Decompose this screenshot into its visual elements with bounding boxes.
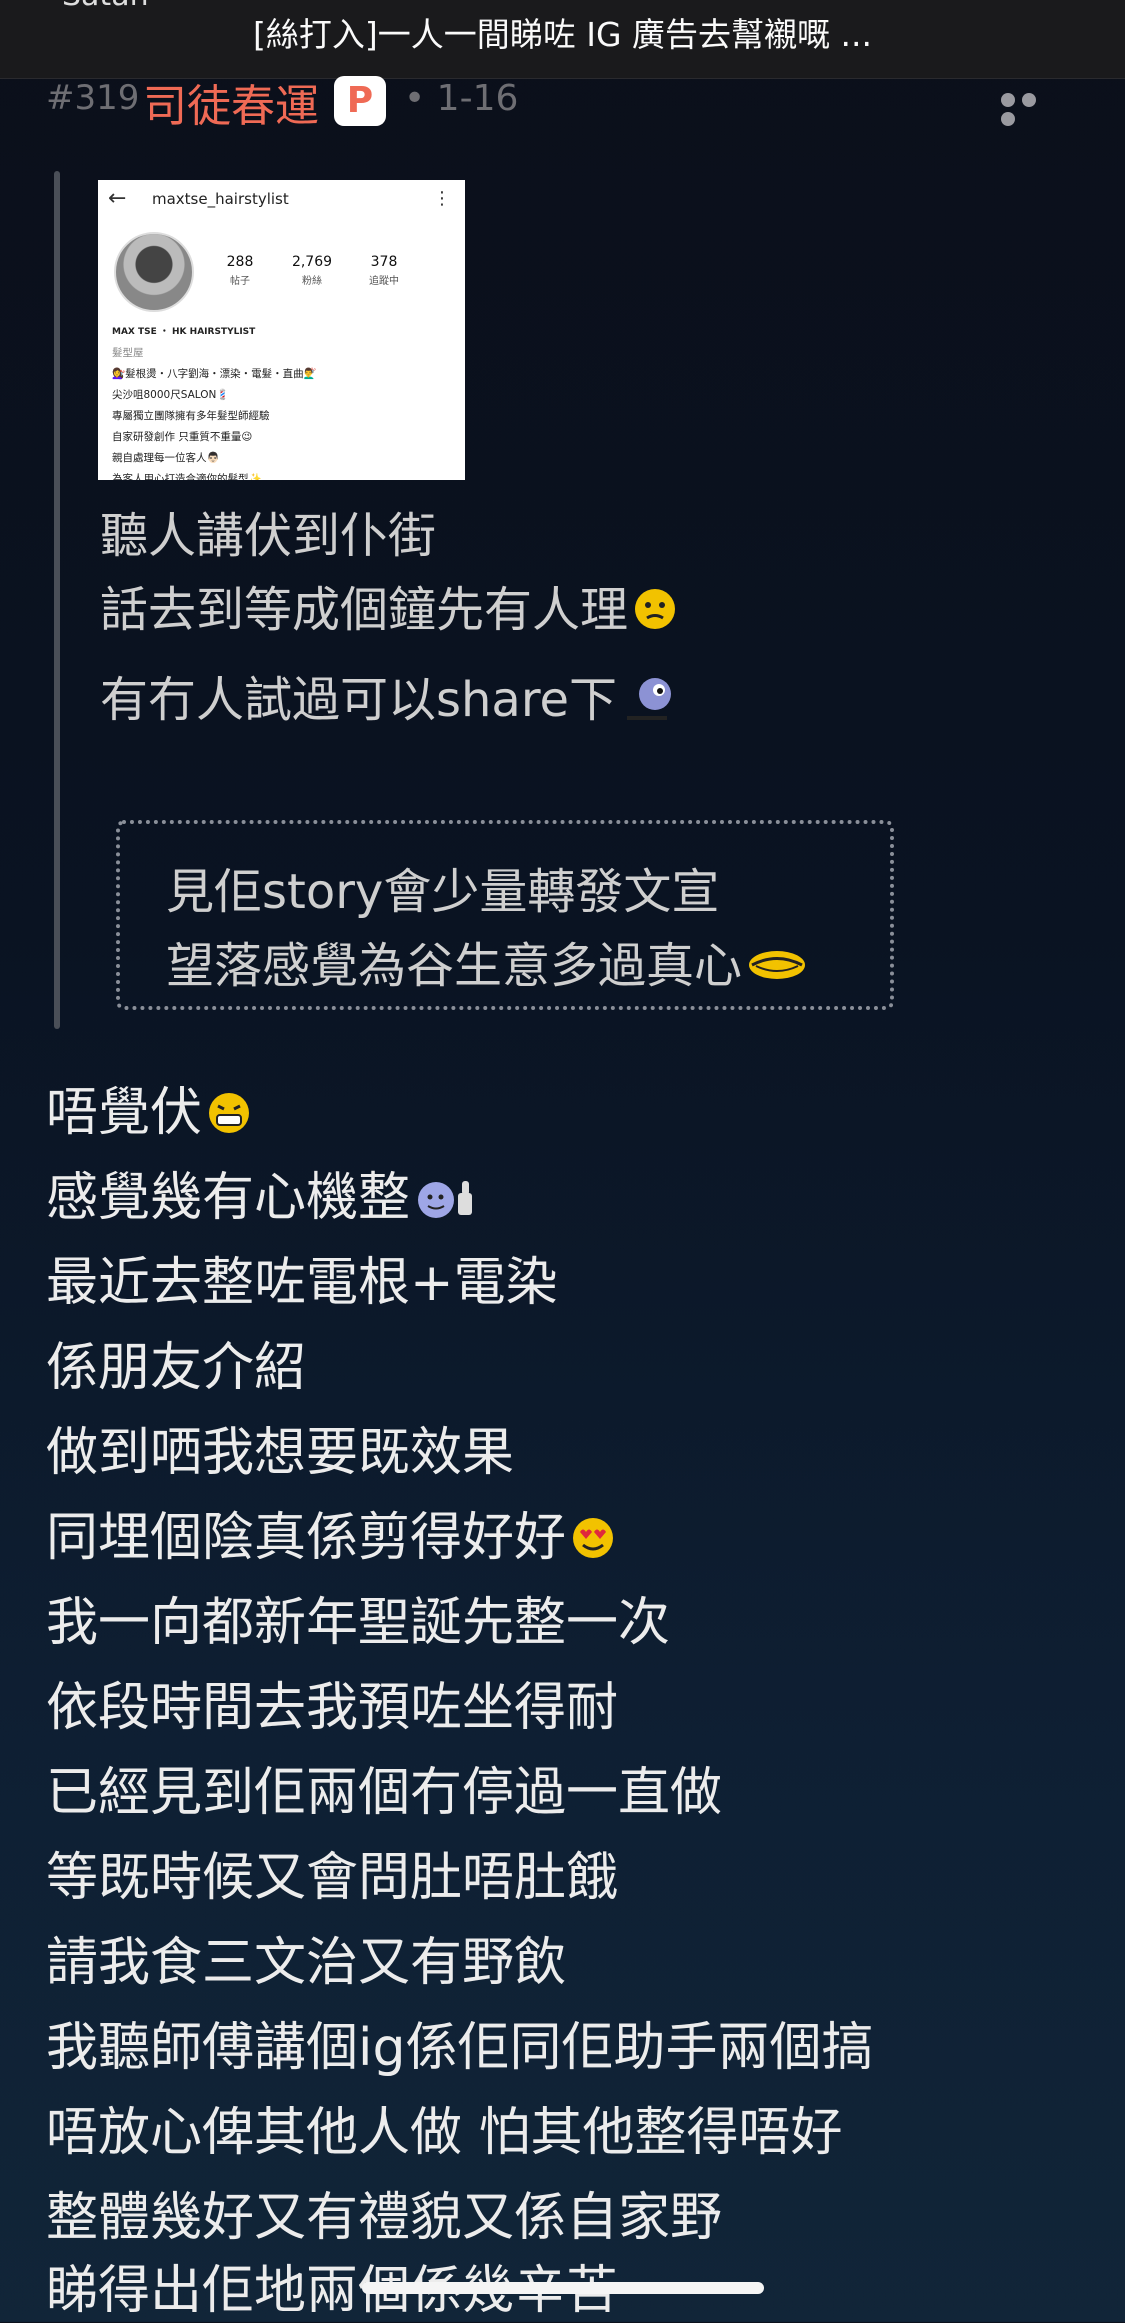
lips-icon xyxy=(749,951,806,979)
post-date: • 1-16 xyxy=(404,78,519,119)
nested-quote-line: 望落感覺為谷生意多過真心 xyxy=(166,926,808,996)
post-header: #319 司徒春運 P • 1-16 xyxy=(46,74,1086,132)
body-line: 係朋友介紹 xyxy=(46,1338,307,1398)
kebab-menu-icon: ⋮ xyxy=(433,188,451,209)
body-line: 等既時候又會問肚唔肚餓 xyxy=(46,1848,619,1908)
more-dots-icon[interactable] xyxy=(1001,92,1061,126)
body-line: 唔放心俾其他人做 怕其他整得唔好 xyxy=(46,2103,843,2163)
author-name[interactable]: 司徒春運 xyxy=(143,70,319,134)
body-line: 最近去整咗電根+電染 xyxy=(46,1253,558,1313)
user-badge: P xyxy=(334,76,386,126)
thread-header-bar: Satan [絲打入]一人一間睇咗 IG 廣告去幫襯嘅 ... xyxy=(0,0,1125,79)
body-line: 整體幾好又有禮貌又係自家野 xyxy=(46,2188,723,2248)
quote-line: 聽人講伏到仆街 xyxy=(100,508,437,564)
heart-eyes-icon xyxy=(573,1518,614,1558)
body-line: 同埋個陰真係剪得好好 xyxy=(46,1495,616,1570)
quote-bar xyxy=(54,171,60,1029)
thread-title[interactable]: [絲打入]一人一間睇咗 IG 廣告去幫襯嘅 ... xyxy=(0,8,1125,56)
body-line: 我一向都新年聖誕先整一次 xyxy=(46,1593,671,1653)
body-line: 我聽師傅講個ig係佢同佢助手兩個搞 xyxy=(46,2018,874,2078)
stat-followers: 2,769 粉絲 xyxy=(291,254,333,287)
quote-line: 有冇人試過可以share下 xyxy=(100,660,681,730)
stat-posts: 288 帖子 xyxy=(226,254,254,287)
quoted-screenshot[interactable]: ← maxtse_hairstylist ⋮ 288 帖子 2,769 粉絲 3… xyxy=(98,180,465,480)
body-line: 依段時間去我預咗坐得耐 xyxy=(46,1678,619,1738)
body-line: 唔覺伏 xyxy=(46,1070,252,1145)
grin-face-icon xyxy=(209,1093,250,1133)
thumbs-up-face-icon xyxy=(418,1181,473,1218)
avatar xyxy=(114,232,194,312)
body-line: 做到哂我想要既效果 xyxy=(46,1423,515,1483)
stat-following: 378 追蹤中 xyxy=(369,254,399,287)
ig-handle: maxtse_hairstylist xyxy=(152,190,289,208)
post-number: #319 xyxy=(46,78,140,118)
back-arrow-icon: ← xyxy=(108,186,127,211)
home-indicator[interactable] xyxy=(362,2282,764,2294)
sad-face-icon xyxy=(635,589,676,629)
body-line: 請我食三文治又有野飲 xyxy=(46,1933,567,1993)
pixel-character-icon xyxy=(627,678,672,720)
quote-line: 話去到等成個鐘先有人理 xyxy=(100,570,678,640)
ig-bio: MAX TSE ・ HK HAIRSTYLIST 髮型屋 💇‍♀️髮根燙・八字劉… xyxy=(112,327,317,480)
body-line: 已經見到佢兩個冇停過一直做 xyxy=(46,1763,723,1823)
nested-quote-line: 見佢story會少量轉發文宣 xyxy=(166,864,720,920)
body-line: 感覺幾有心機整 xyxy=(46,1155,480,1230)
